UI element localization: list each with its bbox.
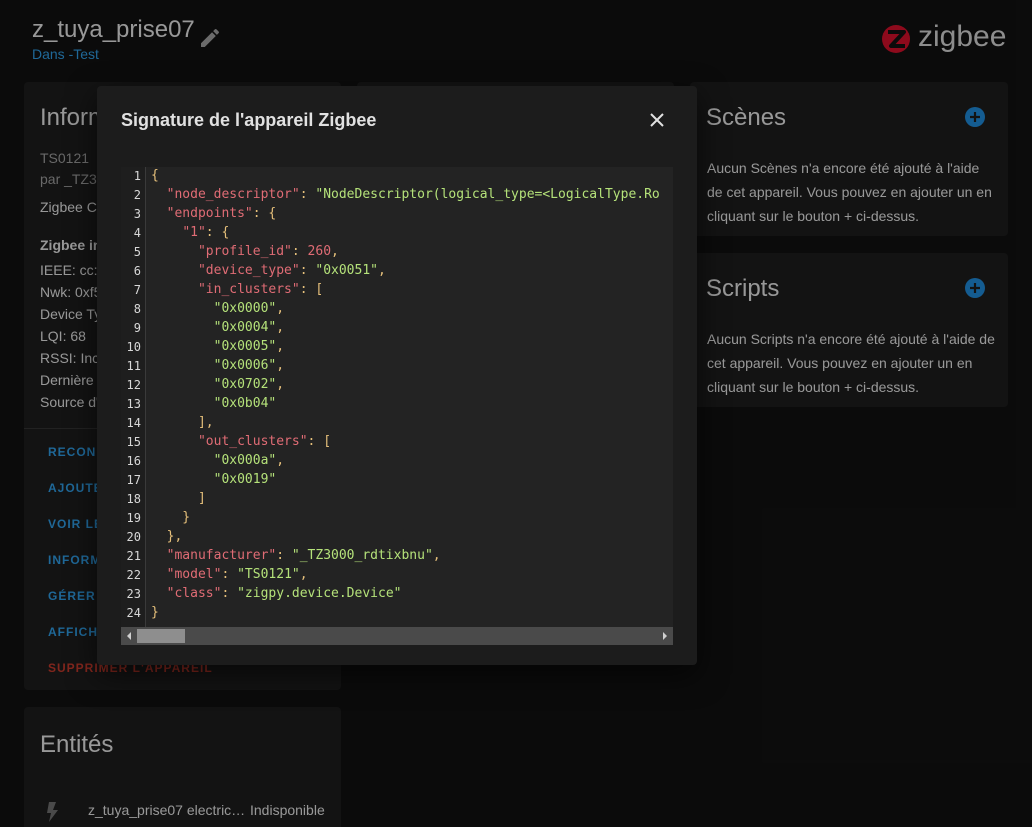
- line-number: 22: [126, 568, 141, 582]
- line-number: 15: [126, 435, 141, 449]
- code-line: ]: [151, 491, 206, 506]
- code-line: "manufacturer": "_TZ3000_rdtixbnu",: [166, 548, 441, 563]
- line-number: 12: [126, 378, 141, 392]
- line-number: 19: [126, 511, 141, 525]
- code-line: "0x0000",: [213, 301, 285, 316]
- line-number: 2: [133, 188, 141, 202]
- line-number: 11: [126, 359, 141, 373]
- scroll-left-icon[interactable]: [121, 627, 137, 645]
- code-line: }: [151, 510, 191, 525]
- code-line: "device_type": "0x0051",: [197, 263, 386, 278]
- code-line: "model": "TS0121",: [166, 567, 308, 582]
- code-line: "0x0005",: [213, 339, 285, 354]
- line-number: 3: [133, 207, 141, 221]
- line-number: 5: [133, 245, 141, 259]
- code-line: "class": "zigpy.device.Device": [166, 586, 402, 601]
- line-number: 9: [133, 321, 141, 335]
- code-line: "in_clusters": [: [197, 282, 324, 297]
- line-number: 21: [126, 549, 141, 563]
- horizontal-scrollbar[interactable]: [121, 627, 673, 645]
- line-number: 8: [133, 302, 141, 316]
- code-line: },: [151, 529, 183, 544]
- zigbee-signature-dialog: Signature de l'appareil Zigbee 123456789…: [97, 86, 697, 665]
- code-line: "0x0b04": [213, 396, 277, 411]
- code-viewer[interactable]: 1 2 3 4 5 6 7 8 9 10 11 12 13 14 15 16 17 18 19 20 21 22 23 24 …: [121, 167, 673, 645]
- code-line: {: [151, 168, 159, 183]
- code-line: "0x000a",: [213, 453, 285, 468]
- line-number: 23: [126, 587, 141, 601]
- line-number: 13: [126, 397, 141, 411]
- code-line: "profile_id": 260,: [197, 244, 339, 259]
- code-line: "1": {: [182, 225, 230, 240]
- code-line: "0x0702",: [213, 377, 285, 392]
- code-line: "node_descriptor": "NodeDescriptor(logic…: [166, 187, 660, 202]
- close-icon[interactable]: [645, 108, 669, 132]
- line-number: 6: [133, 264, 141, 278]
- line-number-gutter: 1 2 3 4 5 6 7 8 9 10 11 12 13 14 15 16 17 18 19 20 21 22 23 24: [121, 167, 146, 627]
- scrollbar-thumb[interactable]: [137, 629, 185, 643]
- code-line: }: [151, 605, 159, 620]
- line-number: 10: [126, 340, 141, 354]
- line-number: 7: [133, 283, 141, 297]
- code-line: "0x0019": [213, 472, 277, 487]
- line-number: 17: [126, 473, 141, 487]
- code-line: ],: [151, 415, 214, 430]
- line-number: 1: [133, 169, 141, 183]
- line-number: 4: [133, 226, 141, 240]
- line-number: 24: [126, 606, 141, 620]
- line-number: 16: [126, 454, 141, 468]
- line-number: 14: [126, 416, 141, 430]
- code-line: "0x0006",: [213, 358, 285, 373]
- code-line: "out_clusters": [: [197, 434, 332, 449]
- line-number: 18: [126, 492, 141, 506]
- dialog-title: Signature de l'appareil Zigbee: [121, 110, 377, 130]
- code-line: "0x0004",: [213, 320, 285, 335]
- line-number: 20: [126, 530, 141, 544]
- scroll-right-icon[interactable]: [657, 627, 673, 645]
- code-line: "endpoints": {: [166, 206, 277, 221]
